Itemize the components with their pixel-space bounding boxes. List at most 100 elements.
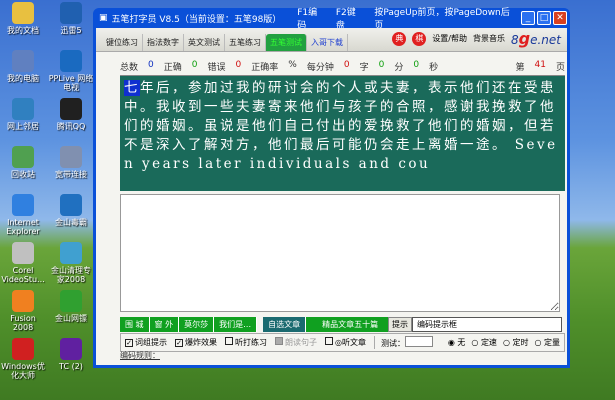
app-icon (12, 50, 34, 72)
checkbox-phrase-hint[interactable]: ✓ 词组提示 (125, 337, 167, 348)
tab-download[interactable]: 入哥下载 (307, 34, 348, 51)
logo: 8ge.net (511, 29, 561, 48)
desktop-icon[interactable]: 腾讯QQ (48, 98, 94, 131)
encoding-rule-link[interactable]: 编码规则： (120, 350, 160, 361)
minutes-unit: 分 (394, 63, 404, 73)
app-icon (60, 50, 82, 72)
tab-wubi-test[interactable]: 五笔测试 (266, 34, 307, 51)
app-icon (60, 146, 82, 168)
typing-input[interactable] (120, 194, 560, 312)
desktop-icon-label: Corel VideoStu... (1, 266, 45, 284)
desktop-icon-label: TC (2) (59, 362, 83, 371)
desktop-icon-label: Fusion 2008 (10, 314, 36, 332)
desktop-icon[interactable]: 金山毒霸 (48, 194, 94, 227)
checkbox-listen-article[interactable]: ◎听文章 (325, 337, 366, 348)
article-button-2[interactable]: 窗 外 (149, 317, 180, 332)
desktop-icon[interactable]: 我的电脑 (0, 50, 46, 83)
app-icon (12, 242, 34, 264)
current-char: 七 (124, 80, 140, 96)
app-icon (60, 242, 82, 264)
desktop-icon-label: 网上邻居 (7, 122, 39, 131)
app-icon (60, 290, 82, 312)
desktop-icon-label: Windows优化大师 (1, 362, 45, 380)
app-icon (60, 194, 82, 216)
tab-bar: 键位练习 指法数字 英文测试 五笔练习 五笔测试 入哥下载 典 棋 设置/帮助 … (96, 28, 567, 52)
desktop-icon-label: Internet Explorer (6, 218, 40, 236)
checkbox-dictation[interactable]: 听打练习 (225, 337, 267, 348)
correct-value: 0 (191, 60, 198, 70)
correct-label: 正确 (163, 63, 182, 73)
app-window: ▣ 五笔打字员 V8.5（当前设置：五笔98版） F1编码 F2键盘 按Page… (93, 8, 570, 368)
desktop-icon[interactable]: Fusion 2008 (0, 290, 46, 332)
close-button[interactable]: ✕ (553, 11, 568, 25)
app-icon (60, 2, 82, 24)
speed-unit: 字 (359, 63, 369, 73)
radio-fixed-time[interactable]: ○ 定时 (503, 337, 529, 348)
app-icon: ▣ (99, 13, 108, 23)
settings-help-button[interactable]: 设置/帮助 (432, 33, 467, 44)
test-label: 测试： (380, 339, 405, 348)
hint-label: 提示 (388, 317, 412, 332)
radio-fixed-amount[interactable]: ○ 定量 (534, 337, 560, 348)
desktop-icon[interactable]: PPLive 网络电视 (48, 50, 94, 92)
custom-article-button[interactable]: 自选文章 (263, 317, 307, 332)
article-button-4[interactable]: 我们是… (214, 317, 258, 332)
article-button-3[interactable]: 莫尔莎 (179, 317, 215, 332)
app-icon (12, 338, 34, 360)
hint-box: 编码提示框 (412, 317, 562, 332)
tab-finger-numbers[interactable]: 指法数字 (143, 34, 184, 51)
seconds-value: 0 (413, 60, 420, 70)
radio-none[interactable]: ◉ 无 (448, 337, 466, 348)
article-button-1[interactable]: 围 城 (120, 317, 150, 332)
minimize-button[interactable]: _ (521, 11, 536, 25)
passage-body: 年后，参加过我的研讨会的个人或夫妻，表示他们还在受患中。我收到一些夫妻寄来他们与… (124, 80, 558, 172)
desktop-icon[interactable]: Corel VideoStu... (0, 242, 46, 284)
wrong-value: 0 (235, 60, 242, 70)
desktop-icon[interactable]: 金山清理专家2008 (48, 242, 94, 284)
desktop-icon[interactable]: 回收站 (0, 146, 46, 179)
maximize-button[interactable]: □ (537, 11, 552, 25)
desktop-icon[interactable]: TC (2) (48, 338, 94, 371)
desktop-icon[interactable]: 金山网镖 (48, 290, 94, 323)
checkbox-read-sentence: 朗读句子 (275, 337, 317, 348)
tab-key-practice[interactable]: 键位练习 (102, 34, 143, 51)
desktop-icon-label: 我的电脑 (7, 74, 39, 83)
stats-bar: 总数 0 正确 0 错误 0 正确率% 每分钟 0 字 0分 0秒 第 41 页 (120, 60, 565, 76)
desktop-icon[interactable]: 网上邻居 (0, 98, 46, 131)
desktop-icon[interactable]: 迅雷5 (48, 2, 94, 35)
chess-button[interactable]: 棋 (412, 31, 427, 46)
featured-articles-button[interactable]: 精品文章五十篇 (306, 317, 396, 332)
tab-wubi-practice[interactable]: 五笔练习 (225, 34, 266, 51)
desktop-icon-label: 金山网镖 (55, 314, 87, 323)
desktop-icon[interactable]: Internet Explorer (0, 194, 46, 236)
window-title: 五笔打字员 V8.5（当前设置：五笔98版） (111, 14, 282, 25)
checkbox-explosion-effect[interactable]: ✓ 爆炸效果 (175, 337, 217, 348)
options-bar: ✓ 词组提示 ✓ 爆炸效果 听打练习 朗读句子 ◎听文章 测试： ◉ 无 ○ 定速 … (120, 333, 565, 352)
dictionary-button[interactable]: 典 (392, 31, 407, 46)
passage-text: 七年后，参加过我的研讨会的个人或夫妻，表示他们还在受患中。我收到一些夫妻寄来他们… (120, 76, 565, 191)
rate-unit: % (288, 60, 297, 70)
radio-fixed-speed[interactable]: ○ 定速 (471, 337, 497, 348)
page-prefix: 第 (515, 63, 525, 73)
desktop-icon-label: 迅雷5 (60, 26, 82, 35)
desktop-icon[interactable]: Windows优化大师 (0, 338, 46, 380)
seconds-unit: 秒 (429, 63, 439, 73)
desktop-icon-label: 宽带连接 (55, 170, 87, 179)
app-icon (12, 194, 34, 216)
test-input[interactable] (404, 336, 433, 347)
desktop-icon-label: 腾讯QQ (56, 122, 86, 131)
app-icon (12, 98, 34, 120)
desktop-icon[interactable]: 宽带连接 (48, 146, 94, 179)
wrong-label: 错误 (207, 63, 226, 73)
app-icon (12, 146, 34, 168)
desktop-icon-label: 我的文档 (7, 26, 39, 35)
desktop-icon[interactable]: 我的文档 (0, 2, 46, 35)
rate-label: 正确率 (251, 63, 279, 73)
tab-english-test[interactable]: 英文测试 (184, 34, 225, 51)
page-number: 41 (534, 60, 546, 70)
minutes-value: 0 (378, 60, 385, 70)
desktop-icon-label: 金山毒霸 (55, 218, 87, 227)
background-music-button[interactable]: 背景音乐 (473, 33, 505, 44)
speed-label: 每分钟 (306, 63, 334, 73)
title-bar[interactable]: ▣ 五笔打字员 V8.5（当前设置：五笔98版） F1编码 F2键盘 按Page… (96, 8, 568, 31)
